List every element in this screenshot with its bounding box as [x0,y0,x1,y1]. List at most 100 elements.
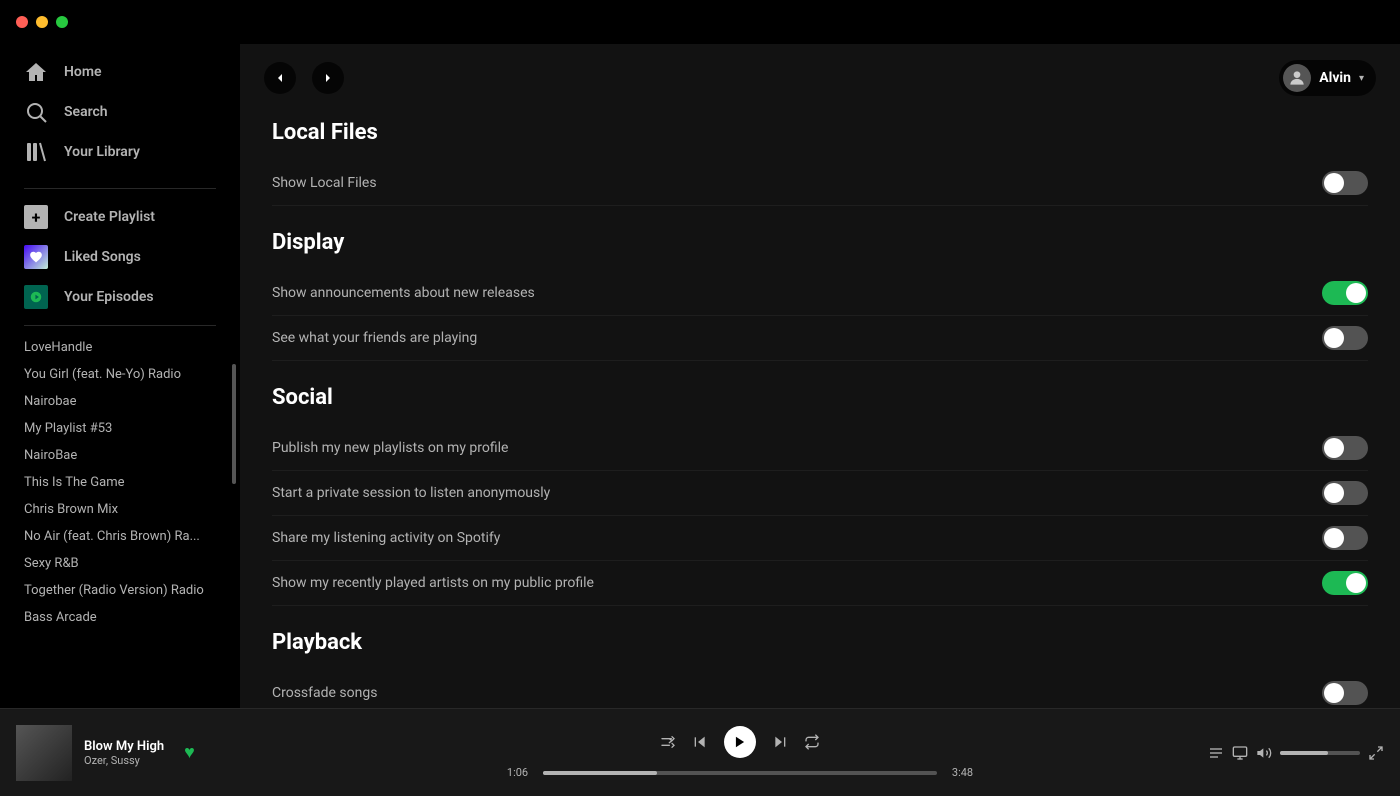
play-pause-button[interactable] [724,726,756,758]
user-name: Alvin [1319,70,1351,86]
search-icon [24,100,48,124]
toggle-knob [1324,173,1344,193]
settings-row-recently-played: Show my recently played artists on my pu… [272,561,1368,606]
back-button[interactable] [264,62,296,94]
sidebar-action-your-episodes[interactable]: Your Episodes [0,277,240,317]
repeat-button[interactable] [804,734,820,750]
toggle-show-local-files[interactable] [1322,171,1368,195]
section-title-display: Display [272,230,1368,255]
minimize-button[interactable] [36,16,48,28]
sidebar-item-library[interactable]: Your Library [0,132,240,172]
control-buttons [660,726,820,758]
sidebar-item-search[interactable]: Search [0,92,240,132]
volume-button[interactable] [1256,745,1272,761]
toggle-crossfade[interactable] [1322,681,1368,705]
track-name: Blow My High [84,739,164,754]
now-playing-bar: Blow My High Ozer, Sussy ♥ 1:06 [0,708,1400,796]
playlist-item-5[interactable]: This Is The Game [0,469,240,496]
playlist-item-9[interactable]: Together (Radio Version) Radio [0,577,240,604]
track-art-image [16,725,72,781]
time-total: 3:48 [945,766,980,779]
settings-row-publish-playlists: Publish my new playlists on my profile [272,426,1368,471]
like-button[interactable]: ♥ [184,742,195,763]
previous-button[interactable] [692,734,708,750]
section-title-social: Social [272,385,1368,410]
sidebar-action-liked-songs[interactable]: Liked Songs [0,237,240,277]
toggle-knob [1324,438,1344,458]
progress-area: 1:06 3:48 [500,766,980,779]
playlist-item-7[interactable]: No Air (feat. Chris Brown) Ra... [0,523,240,550]
fullscreen-button[interactable] [1368,745,1384,761]
section-local-files: Local Files Show Local Files [272,120,1368,206]
toggle-friends-playing[interactable] [1322,326,1368,350]
forward-button[interactable] [312,62,344,94]
close-button[interactable] [16,16,28,28]
section-social: Social Publish my new playlists on my pr… [272,385,1368,606]
settings-content: Local Files Show Local Files Display Sho… [240,112,1400,708]
section-title-playback: Playback [272,630,1368,655]
track-info: Blow My High Ozer, Sussy ♥ [16,725,296,781]
user-dropdown-arrow: ▾ [1359,73,1364,84]
settings-label-friends-playing: See what your friends are playing [272,330,1322,346]
settings-label-announcements: Show announcements about new releases [272,285,1322,301]
toggle-recently-played[interactable] [1322,571,1368,595]
settings-label-listening-activity: Share my listening activity on Spotify [272,530,1322,546]
topbar: Alvin ▾ [240,44,1400,112]
playlist-item-0[interactable]: LoveHandle [0,334,240,361]
nav-buttons [264,62,344,94]
sidebar-divider [24,188,216,189]
settings-row-listening-activity: Share my listening activity on Spotify [272,516,1368,561]
user-avatar [1283,64,1311,92]
devices-button[interactable] [1232,745,1248,761]
settings-row-private-session: Start a private session to listen anonym… [272,471,1368,516]
sidebar-item-home[interactable]: Home [0,52,240,92]
library-icon [24,140,48,164]
sidebar: Home Search Your Library + Create Playli… [0,44,240,708]
track-art [16,725,72,781]
liked-songs-icon [24,245,48,269]
sidebar-nav: Home Search Your Library [0,44,240,180]
playlist-item-8[interactable]: Sexy R&B [0,550,240,577]
settings-row-friends-playing: See what your friends are playing [272,316,1368,361]
episodes-icon [24,285,48,309]
right-controls [1184,745,1384,761]
settings-row-announcements: Show announcements about new releases [272,271,1368,316]
volume-bar[interactable] [1280,751,1360,755]
toggle-knob [1346,283,1366,303]
volume-fill [1280,751,1328,755]
settings-row-show-local-files: Show Local Files [272,161,1368,206]
progress-fill [543,771,657,775]
playlist-item-1[interactable]: You Girl (feat. Ne-Yo) Radio [0,361,240,388]
toggle-private-session[interactable] [1322,481,1368,505]
playlist-item-3[interactable]: My Playlist #53 [0,415,240,442]
toggle-knob [1324,483,1344,503]
playlist-item-6[interactable]: Chris Brown Mix [0,496,240,523]
playlist-item-4[interactable]: NairoBae [0,442,240,469]
maximize-button[interactable] [56,16,68,28]
progress-bar[interactable] [543,771,937,775]
sidebar-scrollbar[interactable] [232,364,236,484]
settings-row-crossfade: Crossfade songs [272,671,1368,708]
section-title-local-files: Local Files [272,120,1368,145]
queue-button[interactable] [1208,745,1224,761]
user-menu[interactable]: Alvin ▾ [1279,60,1376,96]
settings-label-show-local-files: Show Local Files [272,175,1322,191]
home-icon [24,60,48,84]
toggle-knob [1324,328,1344,348]
section-playback: Playback Crossfade songs Automix - Allow… [272,630,1368,708]
playlist-item-10[interactable]: Bass Arcade [0,604,240,631]
toggle-publish-playlists[interactable] [1322,436,1368,460]
settings-label-crossfade: Crossfade songs [272,685,1322,701]
section-display: Display Show announcements about new rel… [272,230,1368,361]
playlist-item-2[interactable]: Nairobae [0,388,240,415]
titlebar [0,0,240,44]
toggle-listening-activity[interactable] [1322,526,1368,550]
track-details: Blow My High Ozer, Sussy [84,739,164,767]
next-button[interactable] [772,734,788,750]
toggle-knob [1324,528,1344,548]
toggle-announcements[interactable] [1322,281,1368,305]
shuffle-button[interactable] [660,734,676,750]
sidebar-action-create-playlist[interactable]: + Create Playlist [0,197,240,237]
main-content: Alvin ▾ Local Files Show Local Files Dis… [240,44,1400,708]
time-current: 1:06 [500,766,535,779]
